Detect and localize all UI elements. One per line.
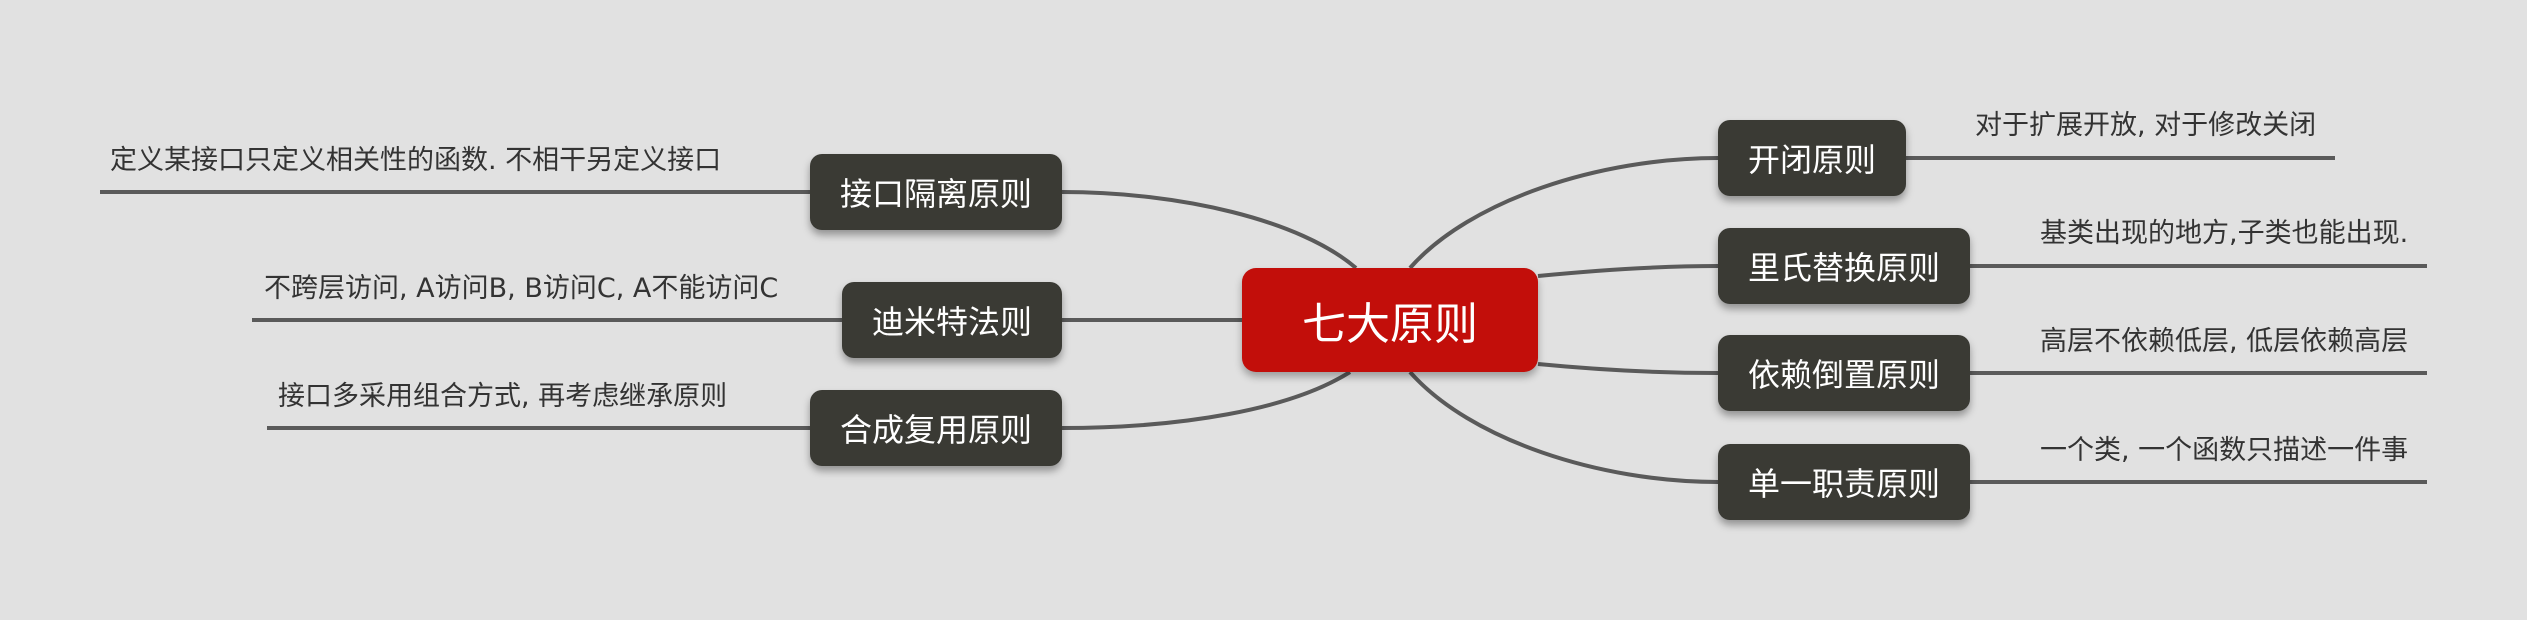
link-root-hecheng	[1061, 370, 1352, 430]
node-label: 迪米特法则	[871, 303, 1032, 341]
node-jiekou[interactable]: 接口隔离原则	[810, 154, 1062, 230]
desc-jiekou: 定义某接口只定义相关性的函数. 不相干另定义接口	[110, 145, 722, 176]
node-kaibi[interactable]: 开闭原则	[1718, 120, 1906, 196]
desc-lishi: 基类出现的地方,子类也能出现.	[2040, 218, 2409, 249]
desc-kaibi: 对于扩展开放, 对于修改关闭	[1975, 110, 2317, 141]
link-root-kaibi	[1408, 156, 1719, 270]
node-dimite[interactable]: 迪米特法则	[842, 282, 1062, 358]
node-label: 开闭原则	[1747, 141, 1876, 179]
node-label: 合成复用原则	[839, 411, 1032, 449]
node-danyi[interactable]: 单一职责原则	[1718, 444, 1970, 520]
node-yilai[interactable]: 依赖倒置原则	[1718, 335, 1970, 411]
mind-map-canvas: 七大原则 开闭原则 里氏替换原则 依赖倒置原则 单一职责原则 接口隔离原则 迪米…	[0, 0, 2527, 620]
link-root-danyi	[1408, 370, 1719, 484]
node-label: 单一职责原则	[1747, 465, 1940, 503]
desc-dimite: 不跨层访问, A访问B, B访问C, A不能访问C	[264, 273, 779, 304]
desc-danyi: 一个类, 一个函数只描述一件事	[2040, 435, 2409, 466]
node-label: 里氏替换原则	[1747, 249, 1940, 287]
node-hecheng[interactable]: 合成复用原则	[810, 390, 1062, 466]
node-label: 依赖倒置原则	[1747, 356, 1940, 394]
link-root-yilai	[1537, 362, 1719, 375]
desc-hecheng: 接口多采用组合方式, 再考虑继承原则	[278, 381, 728, 412]
link-root-jiekou	[1061, 190, 1358, 270]
link-root-lishi	[1537, 264, 1719, 278]
desc-yilai: 高层不依赖低层, 低层依赖高层	[2040, 326, 2409, 357]
root-node[interactable]: 七大原则	[1242, 268, 1538, 372]
node-label: 接口隔离原则	[839, 175, 1032, 213]
root-label: 七大原则	[1302, 299, 1478, 350]
node-lishi[interactable]: 里氏替换原则	[1718, 228, 1970, 304]
